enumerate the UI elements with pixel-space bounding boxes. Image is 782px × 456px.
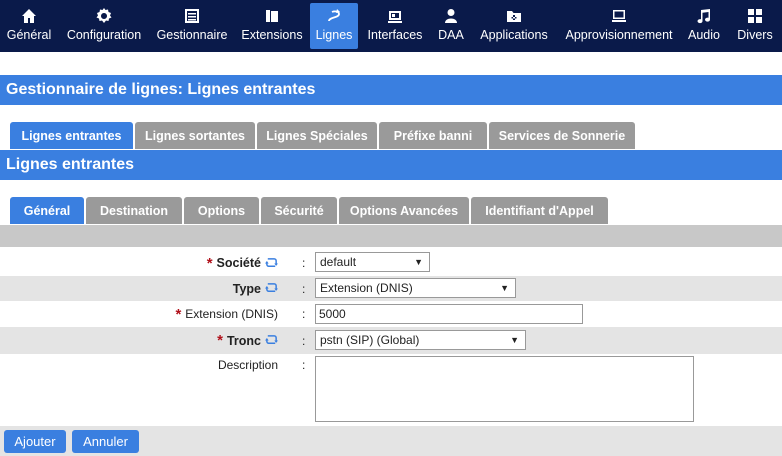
tronc-select[interactable]: pstn (SIP) (Global) ▼	[315, 330, 526, 350]
tab-options-avancees[interactable]: Options Avancées	[339, 197, 469, 224]
gear-icon	[96, 7, 112, 25]
colon: :	[302, 333, 306, 348]
nav-item-label: DAA	[438, 28, 464, 42]
refresh-icon[interactable]	[265, 334, 278, 347]
music-icon	[696, 7, 712, 25]
societe-label-group: * Société	[0, 255, 278, 272]
nav-item-gestionnaire[interactable]: Gestionnaire	[150, 0, 234, 52]
main-tabs: Lignes entrantes Lignes sortantes Lignes…	[10, 122, 637, 149]
nav-item-interfaces[interactable]: Interfaces	[358, 0, 432, 52]
colon: :	[302, 307, 306, 321]
nav-item-label: Gestionnaire	[156, 28, 228, 42]
cancel-button[interactable]: Annuler	[72, 430, 139, 453]
interface-icon	[387, 7, 403, 25]
nav-item-label: Général	[6, 28, 52, 42]
tab-services-de-sonnerie[interactable]: Services de Sonnerie	[489, 122, 635, 149]
colon: :	[302, 358, 306, 372]
tab-lignes-speciales[interactable]: Lignes Spéciales	[257, 122, 377, 149]
nav-item-label: Approvisionnement	[565, 28, 673, 42]
nav-item-label: Audio	[688, 28, 720, 42]
type-value: Extension (DNIS)	[320, 281, 413, 295]
nav-item-label: Lignes	[315, 28, 353, 42]
dropdown-arrow-icon: ▼	[500, 283, 509, 293]
dropdown-arrow-icon: ▼	[414, 257, 423, 267]
provision-icon	[611, 7, 627, 25]
description-label-group: Description	[0, 358, 278, 372]
nav-item-label: Divers	[737, 28, 773, 42]
user-icon	[443, 7, 459, 25]
tronc-label: Tronc	[226, 333, 261, 348]
page-title: Gestionnaire de lignes: Lignes entrantes	[0, 75, 782, 105]
type-label: Type	[232, 281, 261, 296]
societe-label: Société	[216, 256, 261, 270]
colon: :	[302, 256, 306, 270]
nav-item-lignes[interactable]: Lignes	[310, 3, 358, 49]
top-nav: Général Configuration Gestionnaire Exten…	[0, 0, 782, 52]
refresh-icon[interactable]	[265, 282, 278, 295]
nav-item-divers[interactable]: Divers	[728, 0, 782, 52]
nav-item-audio[interactable]: Audio	[680, 0, 728, 52]
colon: :	[302, 281, 306, 296]
list-icon	[184, 7, 200, 25]
tab-securite[interactable]: Sécurité	[261, 197, 337, 224]
extension-input[interactable]: 5000	[315, 304, 583, 324]
nav-item-daa[interactable]: DAA	[432, 0, 470, 52]
tab-lignes-sortantes[interactable]: Lignes sortantes	[135, 122, 255, 149]
tab-options[interactable]: Options	[184, 197, 259, 224]
nav-item-label: Interfaces	[367, 28, 423, 42]
tronc-label-group: * Tronc	[0, 332, 278, 349]
tronc-value: pstn (SIP) (Global)	[320, 333, 420, 347]
extension-label-group: * Extension (DNIS)	[0, 306, 278, 323]
nav-item-label: Configuration	[66, 28, 142, 42]
add-button[interactable]: Ajouter	[4, 430, 66, 453]
description-label: Description	[217, 358, 278, 372]
home-icon	[21, 7, 37, 25]
section-title: Lignes entrantes	[0, 150, 782, 180]
tab-lignes-entrantes[interactable]: Lignes entrantes	[10, 122, 133, 149]
tab-general[interactable]: Général	[10, 197, 84, 224]
folder-icon	[506, 7, 522, 25]
nav-item-label: Extensions	[241, 28, 303, 42]
required-mark: *	[175, 305, 182, 323]
dropdown-arrow-icon: ▼	[510, 335, 519, 345]
nav-item-applications[interactable]: Applications	[470, 0, 558, 52]
phone-icon	[264, 7, 280, 25]
nav-item-approvisionnement[interactable]: Approvisionnement	[558, 0, 680, 52]
required-mark: *	[206, 254, 213, 272]
societe-select[interactable]: default ▼	[315, 252, 430, 272]
tab-destination[interactable]: Destination	[86, 197, 182, 224]
description-textarea[interactable]	[315, 356, 694, 422]
nav-item-label: Applications	[480, 28, 548, 42]
grid-icon	[747, 7, 763, 25]
tab-identifiant-appel[interactable]: Identifiant d'Appel	[471, 197, 608, 224]
form-header	[0, 225, 782, 247]
societe-value: default	[320, 255, 357, 269]
tab-prefixe-banni[interactable]: Préfixe banni	[379, 122, 487, 149]
type-label-group: Type	[0, 282, 278, 296]
nav-item-extensions[interactable]: Extensions	[234, 0, 310, 52]
nav-item-configuration[interactable]: Configuration	[58, 0, 150, 52]
route-icon	[326, 7, 342, 25]
nav-item-general[interactable]: Général	[0, 0, 58, 52]
required-mark: *	[217, 332, 223, 349]
sub-tabs: Général Destination Options Sécurité Opt…	[10, 197, 610, 224]
extension-label: Extension (DNIS)	[185, 307, 278, 321]
refresh-icon[interactable]	[265, 257, 278, 270]
type-select[interactable]: Extension (DNIS) ▼	[315, 278, 516, 298]
